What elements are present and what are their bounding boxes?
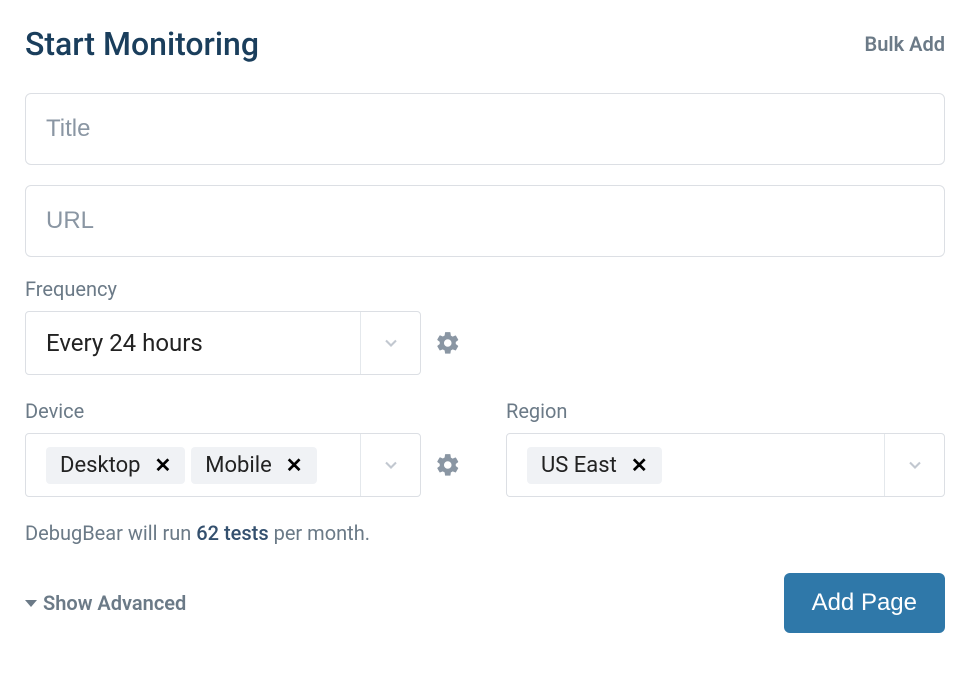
- device-tag-desktop: Desktop ✕: [46, 447, 185, 484]
- bulk-add-link[interactable]: Bulk Add: [865, 32, 945, 56]
- chevron-down-icon: [360, 312, 420, 374]
- show-advanced-label: Show Advanced: [43, 591, 186, 615]
- caret-down-icon: [25, 600, 37, 607]
- frequency-value: Every 24 hours: [26, 329, 360, 357]
- frequency-label: Frequency: [25, 277, 945, 301]
- title-input[interactable]: [25, 93, 945, 165]
- device-label: Device: [25, 399, 464, 423]
- close-icon[interactable]: ✕: [151, 453, 176, 477]
- region-label: Region: [506, 399, 945, 423]
- gear-icon[interactable]: [435, 330, 461, 356]
- tag-label: Mobile: [205, 453, 271, 478]
- tag-label: Desktop: [60, 453, 141, 478]
- add-page-button[interactable]: Add Page: [784, 573, 945, 633]
- url-input[interactable]: [25, 185, 945, 257]
- show-advanced-toggle[interactable]: Show Advanced: [25, 591, 186, 615]
- tests-per-month-info: DebugBear will run 62 tests per month.: [25, 521, 945, 545]
- region-select[interactable]: US East ✕: [506, 433, 945, 497]
- chevron-down-icon: [360, 434, 420, 496]
- tag-label: US East: [541, 453, 617, 478]
- chevron-down-icon: [884, 434, 944, 496]
- device-tag-mobile: Mobile ✕: [191, 447, 316, 484]
- close-icon[interactable]: ✕: [627, 453, 652, 477]
- gear-icon[interactable]: [435, 452, 461, 478]
- frequency-select[interactable]: Every 24 hours: [25, 311, 421, 375]
- device-select[interactable]: Desktop ✕ Mobile ✕: [25, 433, 421, 497]
- test-count: 62 tests: [196, 521, 268, 545]
- region-tag-useast: US East ✕: [527, 447, 662, 484]
- page-title: Start Monitoring: [25, 25, 259, 63]
- close-icon[interactable]: ✕: [282, 453, 307, 477]
